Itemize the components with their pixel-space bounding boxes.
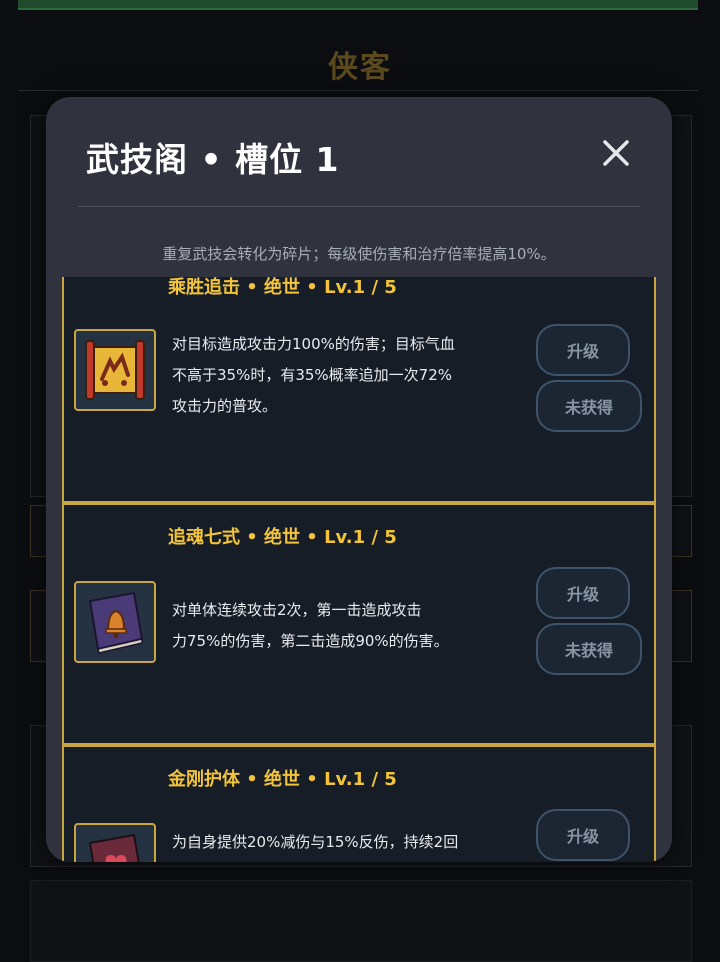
skill-description-line: 为自身提供20%减伤与15%反伤，持续2回 [172,833,459,851]
upgrade-button[interactable]: 升级 [536,809,630,861]
not-obtained-button[interactable]: 未获得 [536,623,642,675]
skill-title: 追魂七式 • 绝世 • Lv.1 / 5 [168,527,397,548]
skill-title: 金刚护体 • 绝世 • Lv.1 / 5 [168,769,397,790]
background-panel [30,880,692,962]
skill-title: 乘胜追击 • 绝世 • Lv.1 / 5 [168,277,397,298]
skill-description-line: 攻击力的普攻。 [172,397,278,415]
skill-icon-frame [74,329,156,411]
modal-title: 武技阁 • 槽位 1 [86,140,340,179]
book-bell-icon [88,591,144,654]
skill-icon-frame [74,581,156,663]
skill-description-line: 力75%的伤害，第二击造成90%的伤害。 [172,632,449,650]
skill-description: 为自身提供20%减伤与15%反伤，持续2回 [172,827,522,858]
close-icon [603,140,629,166]
skill-description: 对目标造成攻击力100%的伤害；目标气血 不高于35%时，有35%概率追加一次7… [172,329,522,422]
skill-description-line: 不高于35%时，有35%概率追加一次72% [172,366,453,384]
skill-slot-modal: 武技阁 • 槽位 1 重复武技会转化为碎片；每级使伤害和治疗倍率提高10%。 乘… [46,97,672,862]
close-button[interactable] [596,133,636,173]
skill-card: 追魂七式 • 绝世 • Lv.1 / 5 对单体连续攻击2次，第一击造成攻击 力… [62,503,656,745]
skill-icon-frame [74,823,156,862]
skill-list[interactable]: 乘胜追击 • 绝世 • Lv.1 / 5 对目标造成攻击力100%的伤害；目标气… [62,277,658,862]
upgrade-button[interactable]: 升级 [536,567,630,619]
skill-description-line: 对目标造成攻击力100%的伤害；目标气血 [172,335,455,353]
book-heart-icon [88,833,140,862]
background-title: 侠客 [328,50,392,85]
upgrade-button[interactable]: 升级 [536,324,630,376]
skill-description-line: 对单体连续攻击2次，第一击造成攻击 [172,601,422,619]
skill-card: 金刚护体 • 绝世 • Lv.1 / 5 为自身提供20%减伤与15%反伤，持续… [62,745,656,862]
divider [78,206,640,207]
notice-text: 重复武技会转化为碎片；每级使伤害和治疗倍率提高10%。 [162,245,556,263]
scroll-icon [85,340,145,400]
background-top-bar [18,0,698,10]
skill-card: 乘胜追击 • 绝世 • Lv.1 / 5 对目标造成攻击力100%的伤害；目标气… [62,277,656,503]
not-obtained-button[interactable]: 未获得 [536,380,642,432]
skill-description: 对单体连续攻击2次，第一击造成攻击 力75%的伤害，第二击造成90%的伤害。 [172,595,522,657]
